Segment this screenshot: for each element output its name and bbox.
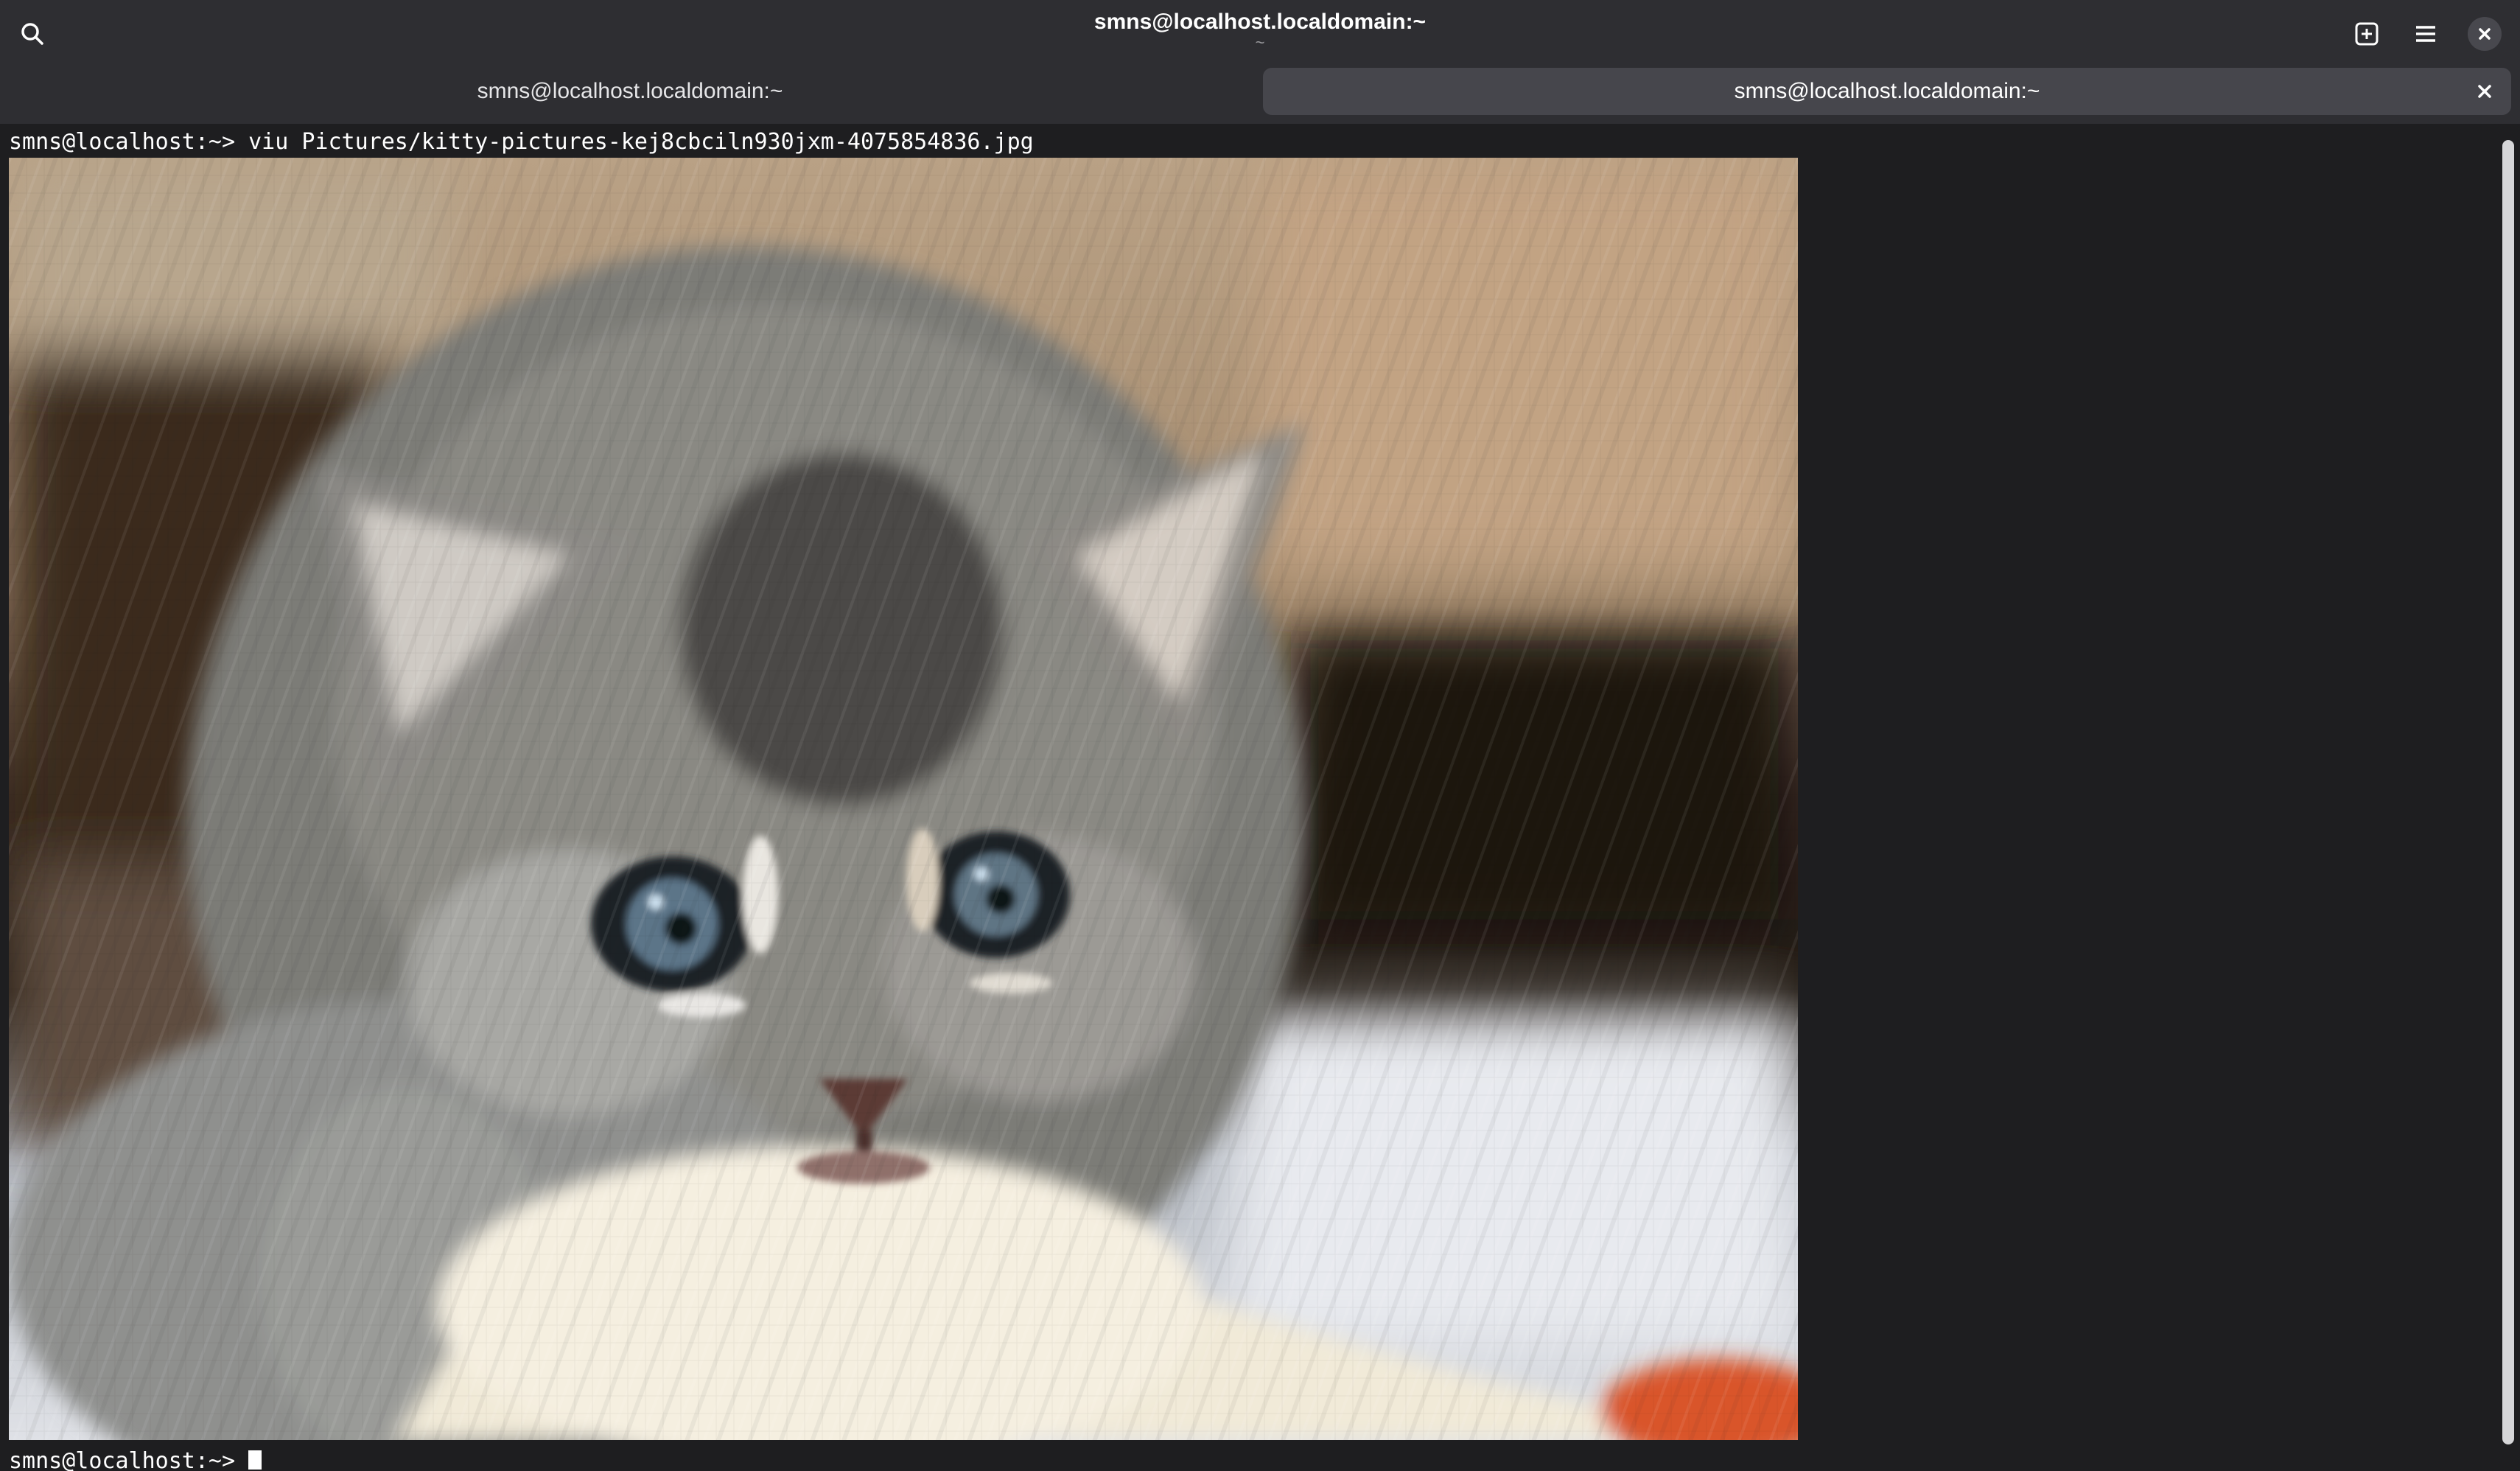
hamburger-menu-icon [2416,26,2435,42]
scrollbar-thumb[interactable] [2502,140,2514,1444]
text-cursor [248,1450,262,1470]
window-close-button[interactable] [2464,13,2505,55]
header-bar: smns@localhost.localdomain:~ ~ smns@loca… [0,0,2520,124]
scrollbar[interactable] [2502,140,2514,1444]
main-menu-button[interactable] [2405,13,2446,55]
prompt-line: smns@localhost:~> [9,1443,262,1471]
close-button-circle [2468,17,2502,51]
new-tab-button[interactable] [2346,13,2387,55]
window-subtitle: ~ [1255,33,1265,52]
tab-close-button[interactable] [2470,77,2499,106]
tab-label: smns@localhost.localdomain:~ [1734,79,2040,103]
new-tab-icon [2355,22,2379,46]
window-title: smns@localhost.localdomain:~ [1093,10,1427,34]
tab-label: smns@localhost.localdomain:~ [477,79,783,103]
prompt-text: smns@localhost:~> [9,1448,249,1471]
tab-2[interactable]: smns@localhost.localdomain:~ [1263,68,2511,115]
command-line: smns@localhost:~> viu Pictures/kitty-pic… [9,129,1034,155]
terminal-content[interactable]: smns@localhost:~> viu Pictures/kitty-pic… [0,124,2520,1471]
terminal-window: smns@localhost.localdomain:~ ~ smns@loca… [0,0,2520,1471]
kitten-image [9,158,1798,1440]
close-icon [2479,28,2491,40]
tab-1[interactable]: smns@localhost.localdomain:~ [6,68,1254,115]
close-icon [2478,85,2491,98]
